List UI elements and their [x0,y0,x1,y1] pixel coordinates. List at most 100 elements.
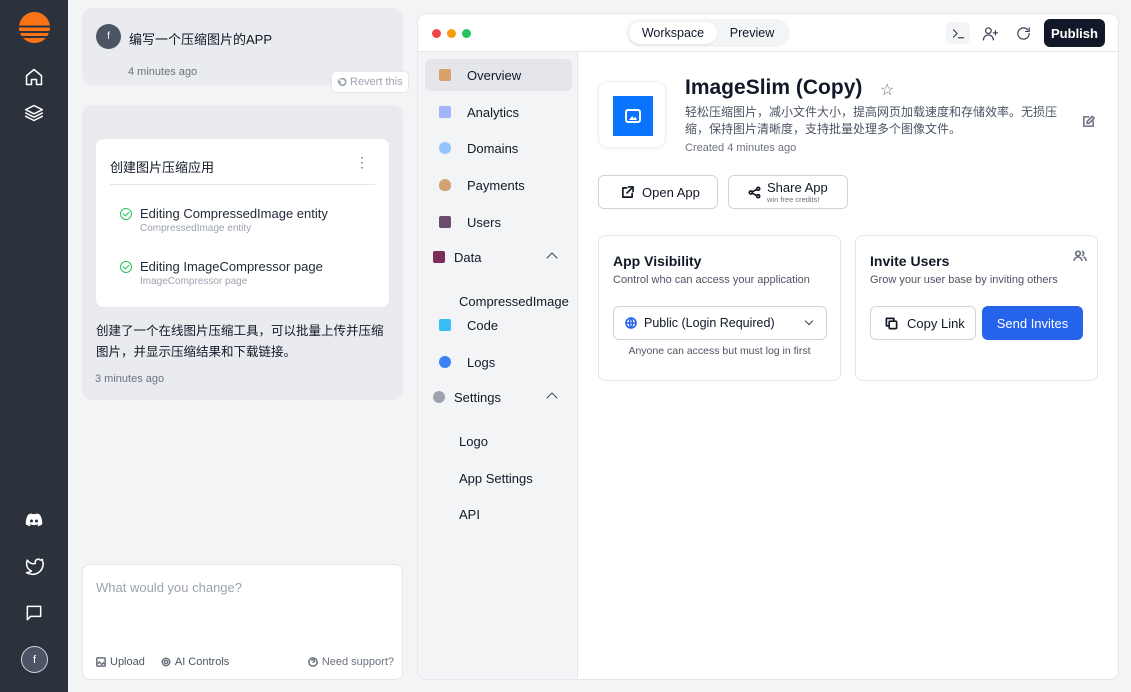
sidebar-item-overview[interactable]: Overview [425,59,572,91]
publish-button[interactable]: Publish [1044,19,1105,47]
ai-controls-button[interactable]: AI Controls [161,656,229,668]
card-title: App Visibility [613,253,702,269]
message-icon[interactable] [22,601,46,625]
external-link-icon [622,185,634,198]
reply-text: 创建了一个在线图片压缩工具，可以批量上传并压缩图片，并显示压缩结果和下载链接。 [96,324,384,359]
sidebar-item-app-settings[interactable]: App Settings [459,471,533,486]
revert-button[interactable]: Revert this [331,71,409,93]
sidebar-item-logs[interactable]: Logs [425,346,572,378]
support-label: Need support? [321,656,394,668]
gear-icon [433,391,445,403]
left-rail: f [0,0,68,692]
magnifier-icon [439,356,451,368]
users-icon [1073,249,1087,266]
visibility-note: Anyone can access but must log in first [628,345,811,357]
sidebar-item-code[interactable]: Code [425,309,572,341]
layers-icon[interactable] [22,101,46,125]
sidebar-item-label: Logs [467,354,496,370]
visibility-select[interactable]: Public (Login Required) [613,306,827,340]
undo-icon [337,77,347,87]
task-card: 创建图片压缩应用 ⋮ Editing CompressedImage entit… [95,138,390,308]
step-title: Editing ImageCompressor page [140,259,323,274]
sidebar-item-label: Overview [467,67,522,83]
book-icon [439,319,451,331]
share-app-label: Share App [767,179,828,195]
chart-icon [439,106,451,118]
support-link[interactable]: Need support? [307,656,394,668]
task-title: 创建图片压缩应用 [110,160,215,175]
chevron-up-icon [546,392,558,404]
sidebar-item-label: Code [467,317,499,333]
check-circle-icon [120,261,132,273]
card-title: Invite Users [870,253,950,269]
more-options-icon[interactable]: ⋮ [355,155,369,169]
close-dot[interactable] [432,29,441,38]
tab-preview[interactable]: Preview [717,22,787,44]
step-subtitle: CompressedImage entity [140,223,252,234]
avatar: f [96,24,121,49]
prompt-timestamp: 4 minutes ago [128,66,198,78]
upload-button[interactable]: Upload [96,656,145,668]
prompt-text: 编写一个压缩图片的APP [129,32,273,47]
gear-icon [161,657,171,667]
chevron-down-icon [804,316,814,326]
visibility-value: Public (Login Required) [644,316,775,330]
sidebar-item-analytics[interactable]: Analytics [425,96,572,128]
sidebar-item-users[interactable]: Users [425,206,572,238]
sidebar-item-domains[interactable]: Domains [425,132,572,164]
revert-label: Revert this [350,76,403,88]
composer-toolbar: Upload AI Controls Need support? [96,656,394,668]
money-bag-icon [439,179,451,191]
share-icon [748,185,761,199]
tab-workspace[interactable]: Workspace [629,22,717,44]
step-subtitle: ImageCompressor page [140,276,248,287]
sidebar-item-label: Settings [454,389,501,405]
maximize-dot[interactable] [462,29,471,38]
sidebar-nav: Overview Analytics Domains Payments User… [418,52,578,679]
edit-icon[interactable] [1082,115,1096,129]
share-note: win free credits! [767,194,820,204]
share-app-text: Share App win free credits! [767,179,828,204]
share-app-button[interactable]: Share App win free credits! [728,175,848,209]
floppy-icon [433,251,445,263]
sidebar-item-label: Domains [467,140,519,156]
sidebar-item-compressedimage[interactable]: CompressedImage [459,294,569,309]
view-switcher: Workspace Preview [626,19,790,47]
discord-icon[interactable] [22,508,46,532]
sidebar-item-label: Payments [467,177,525,193]
window-topbar: Workspace Preview Publish [418,14,1118,52]
composer-input[interactable]: What would you change? [96,580,242,595]
home-icon[interactable] [22,65,46,89]
sidebar-item-api[interactable]: API [459,507,480,522]
terminal-icon[interactable] [946,22,970,44]
created-timestamp: Created 4 minutes ago [685,142,797,154]
minimize-dot[interactable] [447,29,456,38]
globe-icon [625,317,637,329]
chevron-up-icon [546,252,558,264]
app-icon-tile [598,81,666,148]
globe-icon [439,142,451,154]
copy-link-label: Copy Link [907,315,965,331]
user-avatar[interactable]: f [21,646,48,673]
add-user-icon[interactable] [978,22,1002,44]
sidebar-item-label: Analytics [467,104,520,120]
assistant-reply-message: 创建图片压缩应用 ⋮ Editing CompressedImage entit… [82,105,403,400]
refresh-icon[interactable] [1011,22,1035,44]
app-visibility-card: App Visibility Control who can access yo… [598,235,841,381]
sidebar-item-payments[interactable]: Payments [425,169,572,201]
upload-label: Upload [110,656,145,668]
copy-link-button[interactable]: Copy Link [870,306,976,340]
send-invites-button[interactable]: Send Invites [982,306,1083,340]
open-app-button[interactable]: Open App [598,175,718,209]
star-icon[interactable]: ☆ [880,80,894,100]
sidebar-group-settings[interactable]: Settings [425,381,572,413]
window-controls [432,29,471,38]
twitter-icon[interactable] [22,554,46,578]
app-logo[interactable] [19,12,50,43]
sidebar-item-logo[interactable]: Logo [459,434,488,449]
card-subtitle: Grow your user base by inviting others [870,274,1058,286]
chat-composer[interactable]: What would you change? Upload AI Control… [82,564,403,680]
reply-timestamp: 3 minutes ago [95,373,165,385]
invite-users-card: Invite Users Grow your user base by invi… [855,235,1098,381]
sidebar-group-data[interactable]: Data [425,241,572,273]
